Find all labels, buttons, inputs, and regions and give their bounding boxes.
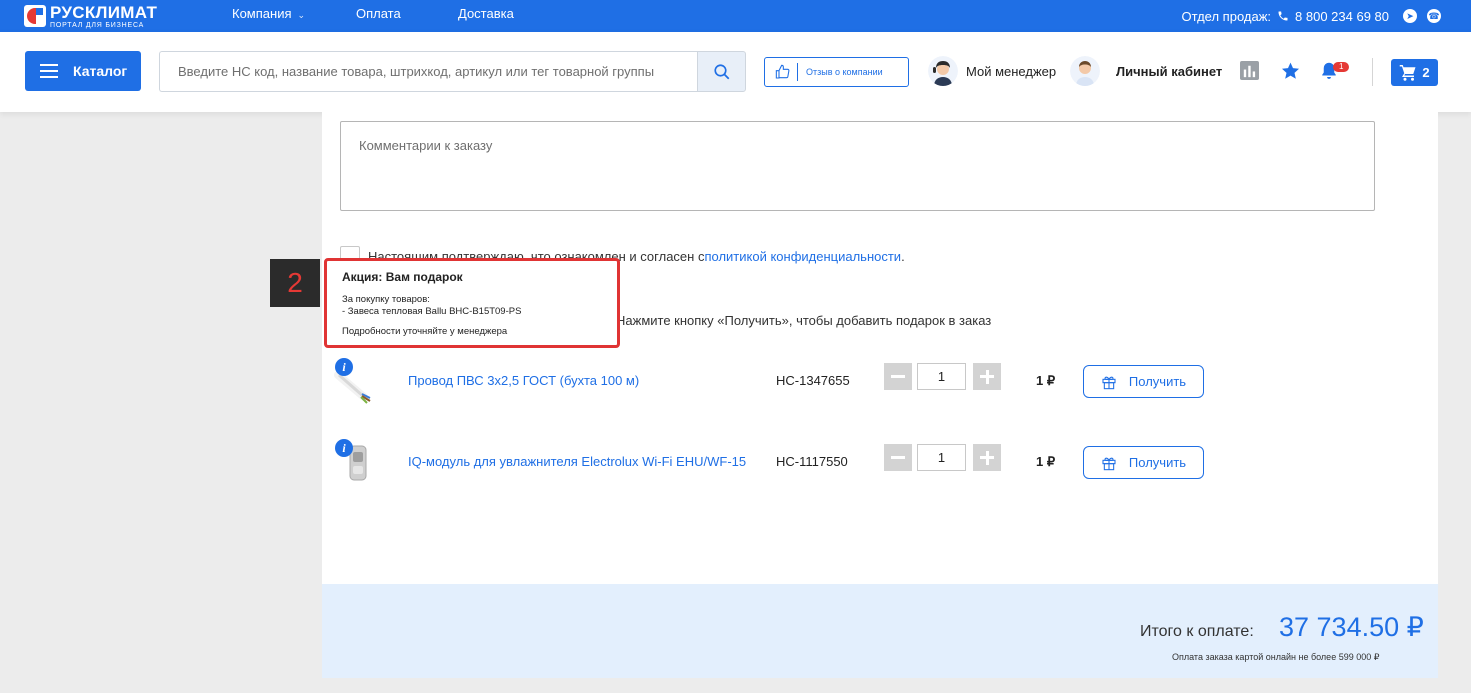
qty-input[interactable]	[917, 444, 966, 471]
product-price: 1 ₽	[1036, 373, 1056, 388]
get-gift-label: Получить	[1128, 455, 1187, 470]
product-name-link[interactable]: IQ-модуль для увлажнителя Electrolux Wi-…	[408, 454, 746, 469]
product-name-link[interactable]: Провод ПВС 3х2,5 ГОСТ (бухта 100 м)	[408, 373, 639, 388]
review-button[interactable]: Отзыв о компании	[764, 57, 909, 87]
sales-label: Отдел продаж:	[1181, 8, 1272, 24]
catalog-button[interactable]: Каталог	[25, 51, 141, 91]
step-number-badge: 2	[270, 259, 320, 307]
manager-avatar-icon	[928, 56, 958, 86]
tooltip-line: - Завеса тепловая Ballu BHC-B15T09-PS	[342, 306, 522, 317]
qty-decrease-button[interactable]	[884, 444, 912, 471]
account-label: Личный кабинет	[1116, 63, 1223, 79]
whatsapp-icon[interactable]: ☎	[1427, 9, 1441, 23]
gift-promo-tooltip: Акция: Вам подарок За покупку товаров: -…	[324, 258, 620, 348]
total-amount: 37 734.50 ₽	[1279, 612, 1424, 642]
info-icon[interactable]: i	[335, 439, 353, 457]
total-panel	[322, 584, 1438, 678]
sales-contacts: Отдел продаж: 8 800 234 69 80 ➤ ☎	[1181, 0, 1441, 32]
tooltip-title: Акция: Вам подарок	[342, 270, 463, 284]
sales-phone[interactable]: 8 800 234 69 80	[1295, 9, 1389, 24]
chevron-down-icon: ⌄	[297, 10, 306, 20]
tooltip-line: За покупку товаров:	[342, 294, 430, 305]
account-link[interactable]: Личный кабинет	[1070, 56, 1222, 86]
order-comment-textarea[interactable]: Комментарии к заказу	[340, 121, 1375, 211]
qty-increase-button[interactable]	[973, 444, 1001, 471]
notifications-badge: 1	[1333, 62, 1350, 72]
search-input[interactable]	[159, 51, 697, 92]
nav-payment[interactable]: Оплата	[356, 0, 401, 32]
tooltip-footer: Подробности уточняйте у менеджера	[342, 326, 508, 337]
get-gift-label: Получить	[1128, 374, 1187, 389]
favorites-star-icon[interactable]	[1280, 61, 1301, 81]
my-manager-label: Мой менеджер	[966, 63, 1057, 79]
search-icon	[713, 63, 729, 79]
review-label: Отзыв о компании	[806, 67, 883, 77]
cart-button[interactable]: 2	[1391, 59, 1438, 86]
search-button[interactable]	[697, 51, 746, 92]
cart-icon	[1400, 65, 1416, 81]
logo-title: РУСКЛИМАТ	[50, 2, 158, 22]
product-code: НС-1347655	[776, 373, 850, 388]
header-divider	[1372, 58, 1373, 86]
logo-subtitle: ПОРТАЛ ДЛЯ БИЗНЕСА	[50, 21, 145, 29]
thumbs-up-icon	[775, 64, 790, 79]
qty-increase-button[interactable]	[973, 363, 1001, 390]
total-label: Итого к оплате:	[1140, 623, 1254, 640]
product-price: 1 ₽	[1036, 454, 1056, 469]
consent-end: .	[901, 248, 905, 264]
qty-decrease-button[interactable]	[884, 363, 912, 390]
gift-hint: Нажмите кнопку «Получить», чтобы добавит…	[616, 313, 992, 328]
phone-icon	[1278, 11, 1288, 21]
info-icon[interactable]: i	[335, 358, 353, 376]
gift-row: i Провод ПВС 3х2,5 ГОСТ (бухта 100 м) НС…	[334, 358, 1214, 404]
catalog-label: Каталог	[73, 63, 128, 79]
gift-icon	[1102, 376, 1116, 389]
main-header: Каталог Отзыв о компании Мой менеджер Ли…	[0, 32, 1471, 112]
qty-input[interactable]	[917, 363, 966, 390]
cart-count: 2	[1422, 65, 1430, 80]
gift-row: i IQ-модуль для увлажнителя Electrolux W…	[334, 439, 1214, 482]
telegram-icon[interactable]: ➤	[1403, 9, 1417, 23]
total-note: Оплата заказа картой онлайн не более 599…	[1172, 652, 1380, 662]
logo[interactable]: РУСКЛИМАТ ПОРТАЛ ДЛЯ БИЗНЕСА	[24, 3, 157, 29]
nav-company-label: Компания	[232, 6, 292, 21]
product-code: НС-1117550	[776, 454, 848, 469]
get-gift-button[interactable]: Получить	[1083, 446, 1204, 479]
privacy-policy-link[interactable]: политикой конфиденциальности	[704, 249, 901, 264]
nav-company[interactable]: Компания ⌄	[232, 0, 305, 32]
my-manager-link[interactable]: Мой менеджер	[928, 56, 1056, 86]
logo-icon	[24, 5, 46, 27]
stats-icon[interactable]	[1240, 61, 1259, 80]
get-gift-button[interactable]: Получить	[1083, 365, 1204, 398]
user-avatar-icon	[1070, 56, 1100, 86]
nav-delivery[interactable]: Доставка	[458, 0, 514, 32]
menu-icon	[40, 64, 58, 78]
top-bar: РУСКЛИМАТ ПОРТАЛ ДЛЯ БИЗНЕСА Компания ⌄ О…	[0, 0, 1471, 32]
gift-icon	[1102, 457, 1116, 470]
